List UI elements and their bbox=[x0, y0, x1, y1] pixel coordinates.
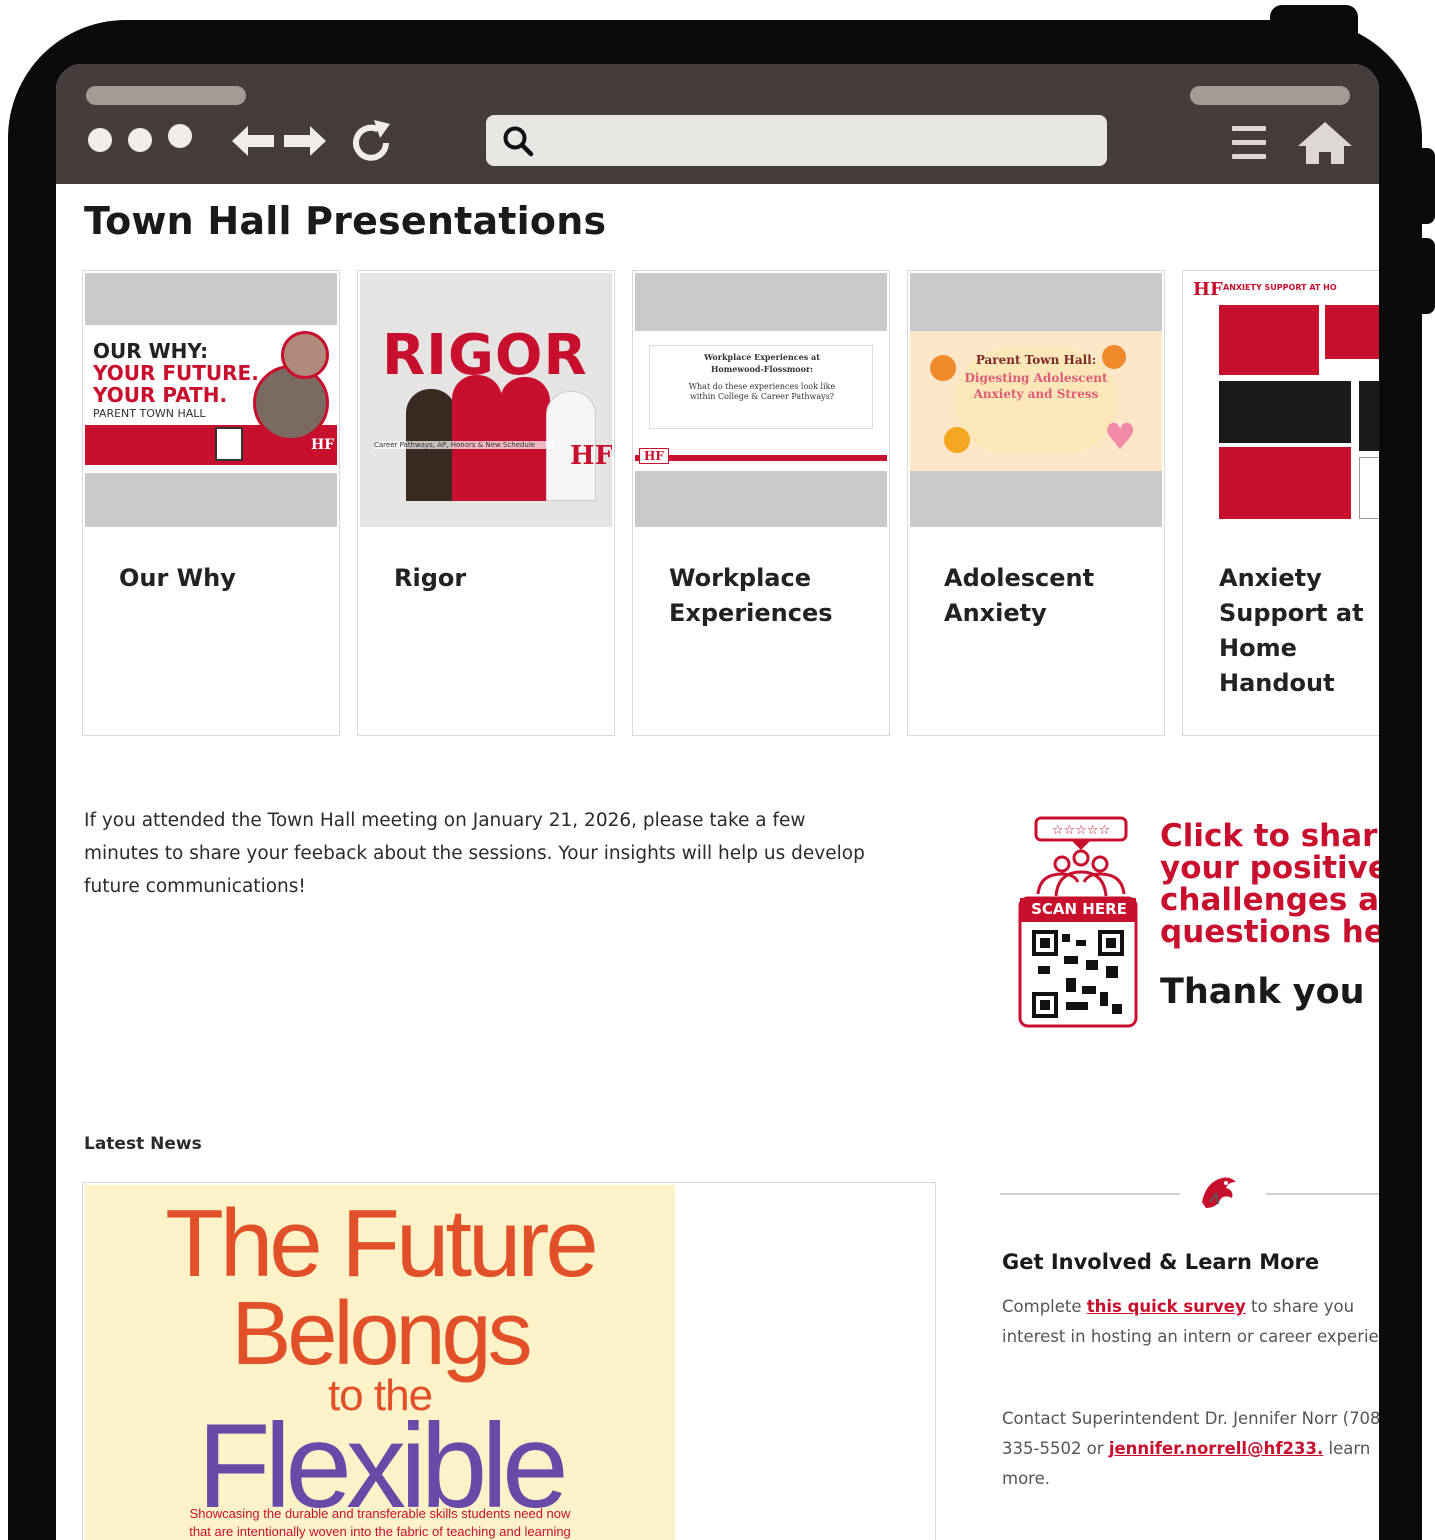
tab-pill-right[interactable] bbox=[1190, 86, 1350, 105]
flower-icon bbox=[930, 355, 956, 381]
handout-block bbox=[1219, 305, 1319, 375]
handout-block bbox=[1359, 381, 1379, 451]
card-title[interactable]: Anxiety Support at Home Handout bbox=[1219, 561, 1379, 701]
device-side-button-2 bbox=[1418, 238, 1435, 314]
thumb-text: within College & Career Pathways? bbox=[689, 392, 835, 401]
thumbnail-slide: Workplace Experiences at Homewood-Flossm… bbox=[635, 331, 887, 471]
address-bar[interactable] bbox=[486, 115, 1107, 166]
tab-pill-left[interactable] bbox=[86, 86, 246, 105]
thumb-text: Homewood-Flossmoor: bbox=[710, 364, 814, 374]
handout-block bbox=[1219, 447, 1351, 519]
device-side-button-1 bbox=[1418, 148, 1435, 224]
feedback-paragraph: If you attended the Town Hall meeting on… bbox=[84, 810, 865, 897]
latest-news-heading: Latest News bbox=[84, 1134, 202, 1154]
card-title[interactable]: Workplace Experiences bbox=[669, 561, 869, 631]
student-figure bbox=[452, 375, 502, 501]
survey-paragraph: Complete this quick survey to share you … bbox=[1002, 1292, 1379, 1352]
text-span: Complete bbox=[1002, 1297, 1087, 1316]
people-icon: ☆☆☆☆☆ bbox=[1018, 816, 1138, 1028]
scan-here-label: SCAN HERE bbox=[1031, 900, 1127, 918]
news-card[interactable]: The Future Belongs to the Flexible Showc… bbox=[82, 1182, 936, 1540]
qr-code-icon bbox=[215, 427, 243, 461]
slide-text-box: Workplace Experiences at Homewood-Flossm… bbox=[649, 345, 873, 429]
browser-toolbar bbox=[56, 64, 1379, 184]
handout-block bbox=[1359, 457, 1379, 519]
get-involved-heading: Get Involved & Learn More bbox=[1002, 1250, 1320, 1274]
card-title[interactable]: Rigor bbox=[394, 561, 594, 596]
feedback-qr-graphic[interactable]: ☆☆☆☆☆ SCAN HERE bbox=[1016, 816, 1146, 1032]
cta-line[interactable]: questions he bbox=[1160, 916, 1379, 948]
thumbnail-slide: Parent Town Hall: Digesting Adolescent A… bbox=[910, 331, 1162, 471]
svg-text:☆☆☆☆☆: ☆☆☆☆☆ bbox=[1052, 823, 1110, 838]
email-link[interactable]: jennifer.norrell@hf233. bbox=[1109, 1439, 1323, 1458]
thumbnail-handout: HF ANXIETY SUPPORT AT HO bbox=[1185, 273, 1379, 527]
photo-circle bbox=[253, 365, 329, 441]
news-image-subtext: Showcasing the durable and transferable … bbox=[189, 1506, 571, 1521]
hf-logo: HF bbox=[311, 437, 335, 453]
thumb-text: Workplace Experiences at bbox=[704, 352, 820, 362]
presentation-card-workplace-experiences[interactable]: Workplace Experiences at Homewood-Flossm… bbox=[632, 270, 890, 736]
thumb-text: YOUR PATH. bbox=[93, 383, 228, 407]
presentation-card-rigor[interactable]: RIGOR Career Pathways, AP, Honors & New … bbox=[357, 270, 615, 736]
back-arrow-icon[interactable] bbox=[232, 126, 274, 156]
news-image[interactable]: The Future Belongs to the Flexible Showc… bbox=[85, 1185, 675, 1540]
slide-red-bar bbox=[635, 455, 887, 461]
survey-link[interactable]: this quick survey bbox=[1087, 1297, 1246, 1316]
hf-logo: HF bbox=[570, 441, 612, 471]
cta-line[interactable]: challenges a bbox=[1160, 884, 1379, 916]
reload-icon[interactable] bbox=[348, 120, 394, 166]
card-thumbnail[interactable]: RIGOR Career Pathways, AP, Honors & New … bbox=[360, 273, 612, 527]
feedback-cta[interactable]: Click to shar your positive challenges a… bbox=[1160, 820, 1379, 948]
flower-icon bbox=[944, 427, 970, 453]
sidebar-divider bbox=[1266, 1193, 1379, 1195]
menu-icon[interactable] bbox=[1232, 126, 1266, 162]
search-icon bbox=[503, 126, 534, 157]
flower-icon bbox=[1102, 345, 1126, 369]
card-thumbnail[interactable]: OUR WHY: YOUR FUTURE. YOUR PATH. PARENT … bbox=[85, 273, 337, 527]
handout-block bbox=[1325, 305, 1379, 359]
thumbnail-slide: OUR WHY: YOUR FUTURE. YOUR PATH. PARENT … bbox=[85, 325, 337, 473]
heart-icon: ♥ bbox=[1104, 417, 1137, 458]
window-dot-2[interactable] bbox=[128, 128, 152, 152]
card-thumbnail[interactable]: Workplace Experiences at Homewood-Flossm… bbox=[635, 273, 887, 527]
card-title[interactable]: Our Why bbox=[119, 561, 319, 596]
presentation-card-adolescent-anxiety[interactable]: Parent Town Hall: Digesting Adolescent A… bbox=[907, 270, 1165, 736]
card-thumbnail[interactable]: Parent Town Hall: Digesting Adolescent A… bbox=[910, 273, 1162, 527]
thumb-text: YOUR FUTURE. bbox=[93, 361, 259, 385]
contact-paragraph: Contact Superintendent Dr. Jennifer Norr… bbox=[1002, 1404, 1379, 1494]
thumbnail-slide: RIGOR Career Pathways, AP, Honors & New … bbox=[360, 273, 612, 527]
cta-line[interactable]: your positive bbox=[1160, 852, 1379, 884]
presentation-card-our-why[interactable]: OUR WHY: YOUR FUTURE. YOUR PATH. PARENT … bbox=[82, 270, 340, 736]
hf-logo: HF bbox=[639, 448, 669, 464]
presentation-card-anxiety-support-handout[interactable]: HF ANXIETY SUPPORT AT HO Anxiety Support… bbox=[1182, 270, 1379, 736]
cta-line[interactable]: Click to shar bbox=[1160, 820, 1379, 852]
student-figure bbox=[500, 377, 550, 501]
sidebar-divider bbox=[1000, 1193, 1180, 1195]
photo-circle bbox=[281, 331, 329, 379]
qr-code-icon bbox=[1032, 930, 1124, 1018]
thank-you-text: Thank you bbox=[1160, 972, 1365, 1012]
thumb-text: ANXIETY SUPPORT AT HO bbox=[1223, 283, 1337, 292]
thumb-text: Anxiety and Stress bbox=[973, 387, 1099, 401]
window-dot-3[interactable] bbox=[168, 124, 192, 148]
page-title: Town Hall Presentations bbox=[84, 199, 607, 243]
window-dot-1[interactable] bbox=[88, 128, 112, 152]
thumb-text: OUR WHY: bbox=[93, 339, 209, 363]
browser-screen: Town Hall Presentations OUR WHY: YOUR FU… bbox=[56, 64, 1379, 1540]
mascot-icon bbox=[1202, 1177, 1236, 1208]
card-title[interactable]: Adolescent Anxiety bbox=[944, 561, 1144, 631]
thumb-caption: Career Pathways, AP, Honors & New Schedu… bbox=[374, 441, 554, 449]
hf-logo: HF bbox=[1193, 279, 1223, 300]
handout-block bbox=[1219, 381, 1351, 443]
news-image-subtext: that are intentionally woven into the fa… bbox=[189, 1524, 571, 1539]
card-thumbnail[interactable]: HF ANXIETY SUPPORT AT HO bbox=[1185, 273, 1379, 527]
thumb-text: What do these experiences look like bbox=[688, 382, 836, 391]
thumb-text: PARENT TOWN HALL bbox=[93, 407, 206, 420]
forward-arrow-icon[interactable] bbox=[284, 126, 326, 156]
home-icon[interactable] bbox=[1298, 122, 1352, 164]
